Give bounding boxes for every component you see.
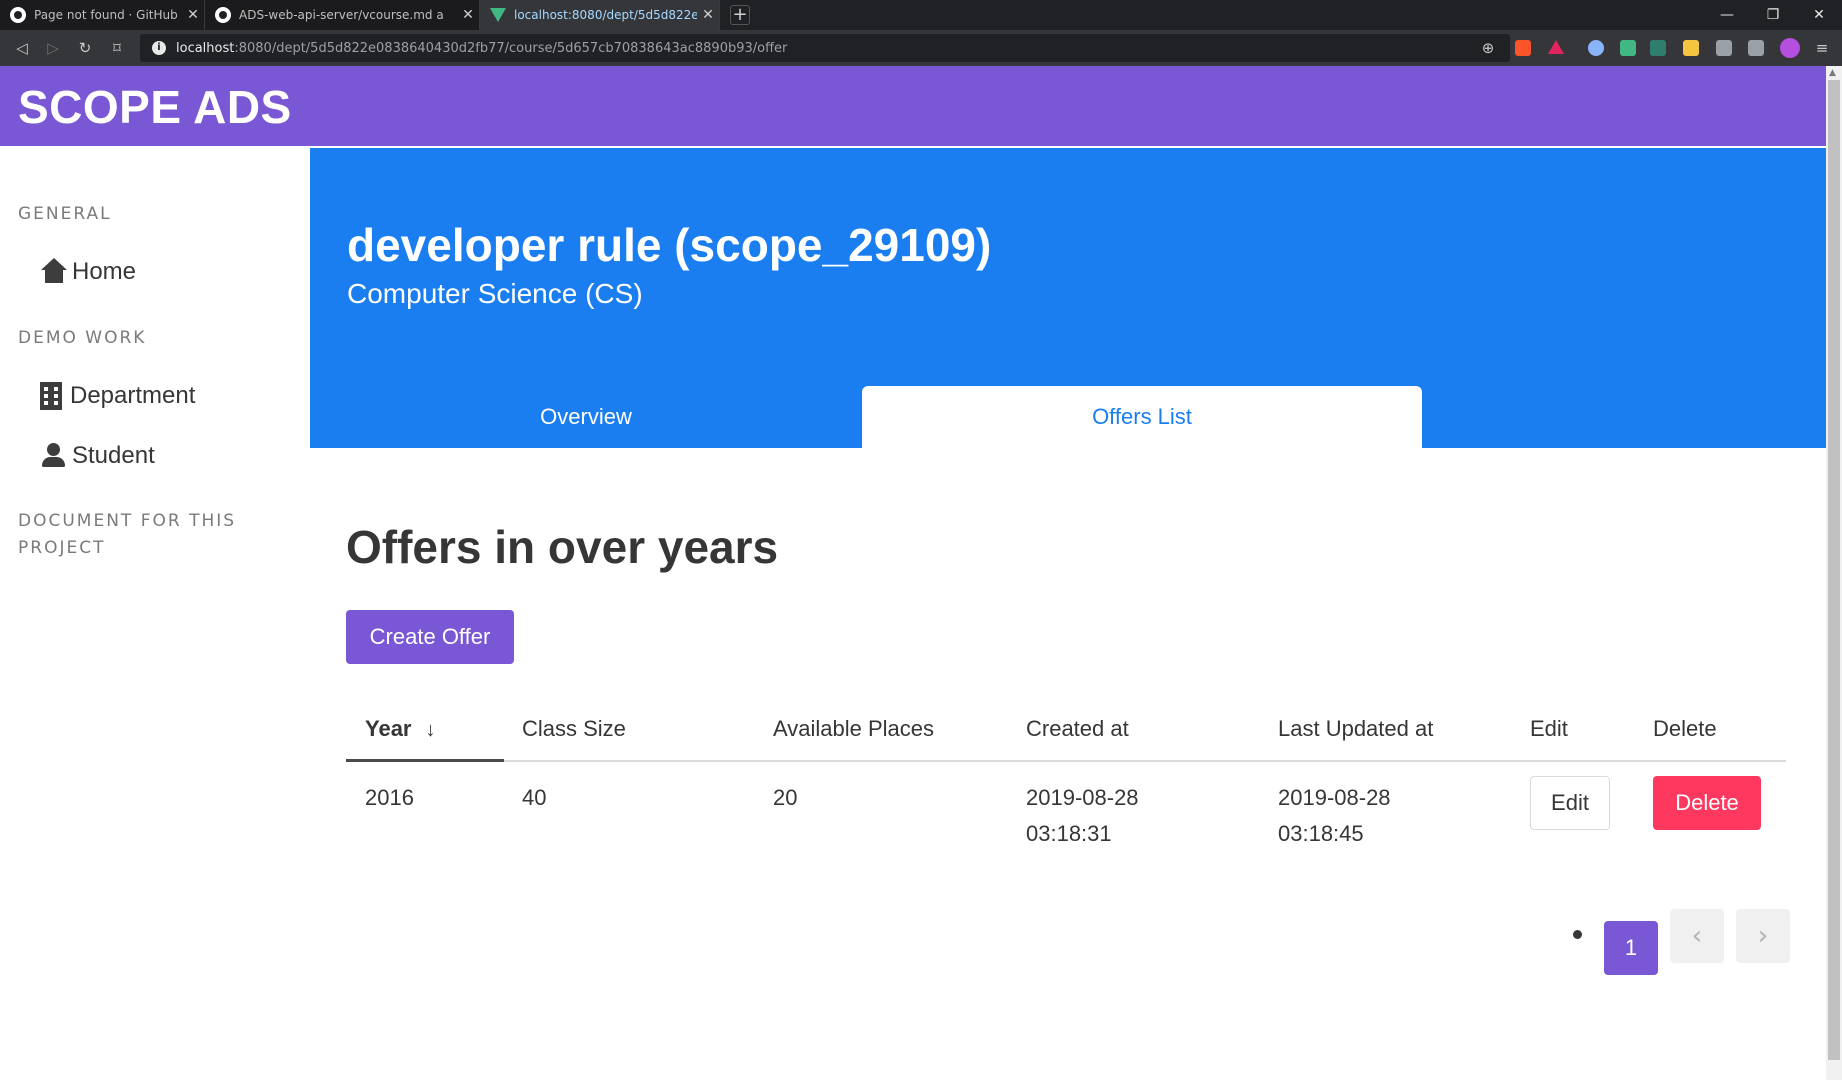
github-icon	[10, 7, 26, 23]
browser-tab[interactable]: ADS-web-api-server/vcourse.md a ✕	[205, 0, 480, 30]
section-heading: Offers in over years	[346, 521, 779, 573]
minimize-button[interactable]: —	[1704, 0, 1750, 30]
avatar[interactable]	[1780, 38, 1800, 58]
close-icon[interactable]: ✕	[697, 7, 719, 23]
created-at-date: 2019-08-28	[1026, 785, 1139, 810]
address-bar[interactable]: i localhost :8080/dept/5d5d822e083864043…	[140, 34, 1510, 62]
restore-button[interactable]: ❐	[1750, 0, 1796, 30]
chevron-right-icon: ›	[1757, 921, 1769, 951]
page-scrollbar[interactable]: ▲	[1826, 66, 1842, 1080]
react-devtools-icon[interactable]	[1588, 40, 1604, 56]
sidebar-section-general: GENERAL	[18, 204, 112, 224]
building-icon	[40, 382, 62, 410]
url-path: :8080/dept/5d5d822e0838640430d2fb77/cour…	[234, 40, 788, 56]
pagination-next-button[interactable]: ›	[1736, 909, 1790, 963]
sidebar-item-label: Department	[70, 382, 196, 409]
pagination-bullet	[1573, 930, 1582, 939]
vue-devtools-icon[interactable]	[1620, 40, 1636, 56]
sort-descending-icon: ↓	[425, 719, 436, 741]
sidebar-section-label-line: PROJECT	[18, 538, 106, 558]
table-header-divider	[346, 760, 1786, 762]
pagination-previous-button[interactable]: ‹	[1670, 909, 1724, 963]
sidebar-item-label: Home	[72, 258, 137, 285]
browser-toolbar: ◁ ▷ ↻ ⌑ i localhost :8080/dept/5d5d822e0…	[0, 30, 1842, 66]
app-header: SCOPE ADS	[0, 66, 1826, 146]
new-tab-button[interactable]: +	[730, 5, 750, 25]
reading-list-icon[interactable]	[1748, 40, 1764, 56]
github-icon	[215, 7, 231, 23]
zoom-icon[interactable]: ⊕	[1478, 38, 1498, 58]
column-header-created-at: Created at	[1026, 716, 1129, 741]
user-icon	[40, 442, 68, 470]
sidebar-item-student[interactable]: Student	[40, 442, 155, 470]
sidebar-item-department[interactable]: Department	[40, 382, 195, 410]
column-header-class-size: Class Size	[522, 716, 626, 741]
delete-button[interactable]: Delete	[1653, 776, 1761, 830]
sidebar-item-home[interactable]: Home	[40, 258, 136, 286]
column-header-year[interactable]: Year ↓	[365, 716, 436, 742]
bookmark-icon[interactable]: ⌑	[107, 38, 127, 58]
browser-tab-title: localhost:8080/dept/5d5d822e083	[514, 8, 697, 22]
reload-icon[interactable]: ↻	[75, 38, 95, 58]
tab-offers-list[interactable]: Offers List	[862, 386, 1422, 448]
cell-updated-at: 2019-08-28 03:18:45	[1278, 780, 1391, 852]
extensions-puzzle-icon[interactable]	[1716, 40, 1732, 56]
updated-at-date: 2019-08-28	[1278, 785, 1391, 810]
column-header-edit: Edit	[1530, 716, 1568, 741]
column-header-delete: Delete	[1653, 716, 1717, 741]
sidebar: GENERAL Home DEMO WORK Department Studen…	[0, 146, 310, 1080]
sidebar-section-demo-work: DEMO WORK	[18, 328, 147, 348]
sidebar-section-label-line: DOCUMENT FOR THIS	[18, 511, 237, 531]
column-header-label: Year	[365, 716, 412, 741]
column-header-available-places: Available Places	[773, 716, 935, 741]
back-icon[interactable]: ◁	[12, 38, 32, 58]
browser-tab-title: Page not found · GitHub	[34, 8, 178, 22]
scroll-up-icon[interactable]: ▲	[1829, 68, 1836, 78]
cell-created-at: 2019-08-28 03:18:31	[1026, 780, 1139, 852]
close-icon[interactable]: ✕	[182, 7, 204, 23]
home-icon	[40, 258, 68, 286]
create-offer-button[interactable]: Create Offer	[346, 610, 514, 664]
brave-rewards-icon[interactable]	[1548, 40, 1564, 54]
url-host: localhost	[176, 40, 235, 56]
forward-icon[interactable]: ▷	[43, 38, 63, 58]
page-subtitle: Computer Science (CS)	[347, 278, 643, 309]
vue-icon	[490, 8, 506, 22]
cell-class-size: 40	[522, 785, 547, 810]
browser-tab-bar: Page not found · GitHub ✕ ADS-web-api-se…	[0, 0, 1842, 30]
close-window-button[interactable]: ✕	[1796, 0, 1842, 30]
sidebar-item-label: Student	[72, 442, 155, 469]
pagination-current-page[interactable]: 1	[1604, 921, 1658, 975]
cell-year: 2016	[365, 785, 414, 810]
course-hero: developer rule (scope_29109) Computer Sc…	[310, 148, 1826, 448]
browser-tab[interactable]: Page not found · GitHub ✕	[0, 0, 205, 30]
edit-button[interactable]: Edit	[1530, 776, 1610, 830]
created-at-time: 03:18:31	[1026, 821, 1112, 846]
extension-icon[interactable]	[1683, 40, 1699, 56]
close-icon[interactable]: ✕	[457, 7, 479, 23]
brand-logo[interactable]: SCOPE ADS	[18, 80, 292, 134]
chevron-left-icon: ‹	[1691, 921, 1703, 951]
menu-icon[interactable]: ≡	[1812, 38, 1832, 58]
extension-icon[interactable]	[1650, 40, 1666, 56]
browser-tab-active[interactable]: localhost:8080/dept/5d5d822e083 ✕	[480, 0, 720, 30]
scrollbar-thumb[interactable]	[1828, 80, 1840, 1060]
site-info-icon[interactable]: i	[152, 41, 166, 55]
page-title: developer rule (scope_29109)	[347, 219, 992, 271]
sidebar-section-documents: DOCUMENT FOR THIS PROJECT	[18, 508, 236, 562]
brave-shield-icon[interactable]	[1515, 40, 1531, 56]
cell-available-places: 20	[773, 785, 798, 810]
tab-overview[interactable]: Overview	[310, 386, 862, 448]
updated-at-time: 03:18:45	[1278, 821, 1364, 846]
column-header-last-updated-at: Last Updated at	[1278, 716, 1434, 741]
sorted-column-indicator	[346, 759, 504, 762]
browser-tab-title: ADS-web-api-server/vcourse.md a	[239, 8, 444, 22]
